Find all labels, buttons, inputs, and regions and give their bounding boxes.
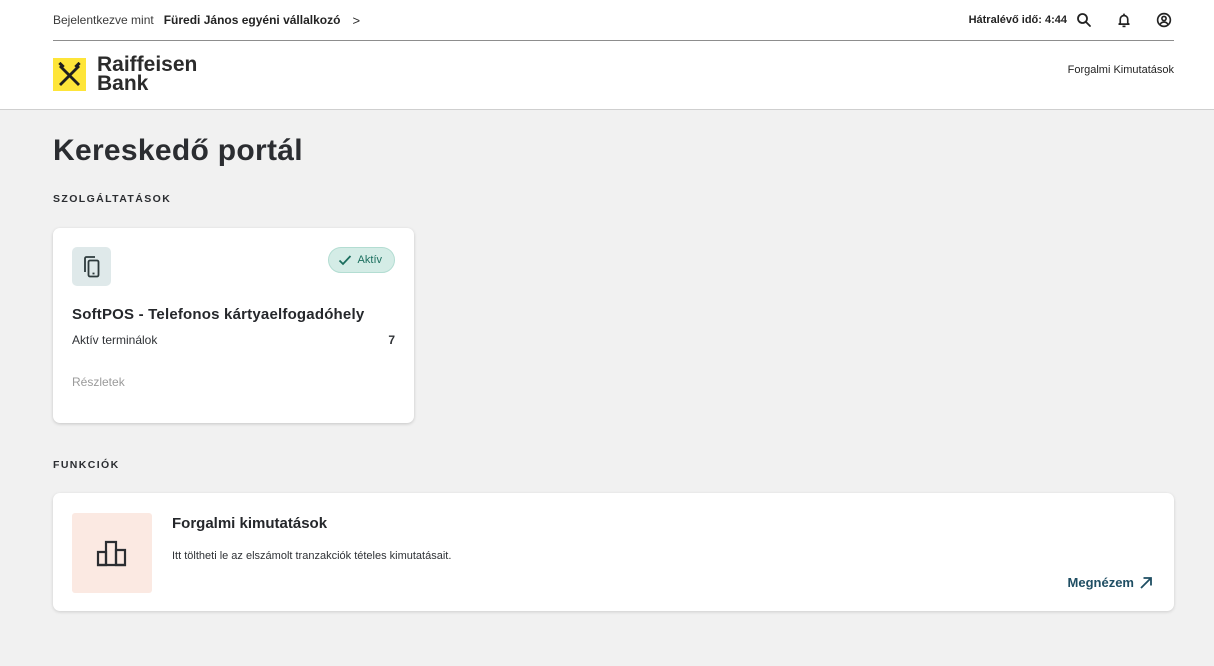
functions-section-label: FUNKCIÓK — [53, 459, 120, 471]
user-name-link[interactable]: Füredi János egyéni vállalkozó — [164, 13, 341, 27]
bell-icon[interactable] — [1114, 10, 1134, 30]
status-badge: Aktív — [327, 247, 395, 273]
view-link-label[interactable]: Megnézem — [1068, 575, 1134, 590]
logo-text: Raiffeisen Bank — [97, 54, 197, 95]
user-icon[interactable] — [1154, 10, 1174, 30]
status-badge-label: Aktív — [357, 254, 382, 266]
logo-mark-icon — [53, 57, 86, 91]
phone-copy-icon — [72, 247, 111, 286]
services-section-label: SZOLGÁLTATÁSOK — [53, 193, 172, 205]
search-icon[interactable] — [1074, 10, 1094, 30]
active-terminals-row: Aktív terminálok 7 — [72, 333, 395, 347]
active-terminals-count: 7 — [388, 333, 395, 347]
raiffeisen-logo[interactable]: Raiffeisen Bank — [53, 54, 197, 95]
view-link[interactable]: Megnézem — [1068, 575, 1153, 590]
service-title: SoftPOS - Telefonos kártyaelfogadóhely — [72, 306, 365, 323]
function-description: Itt töltheti le az elszámolt tranzakciók… — [172, 550, 452, 562]
bar-chart-icon — [72, 513, 152, 593]
service-card-softpos[interactable]: Aktív SoftPOS - Telefonos kártyaelfogadó… — [53, 228, 414, 423]
logo-line-2: Bank — [97, 72, 149, 95]
page-title: Kereskedő portál — [53, 134, 303, 167]
utility-actions: Hátralévő idő: 4:44 — [969, 10, 1174, 30]
nav-link-forgalmi-kimutatasok[interactable]: Forgalmi Kimutatások — [1068, 64, 1174, 76]
arrow-up-right-icon — [1140, 576, 1152, 589]
user-chevron[interactable]: > — [352, 13, 360, 28]
logged-in-label: Bejelentkezve mint — [53, 13, 154, 27]
utility-bar: Bejelentkezve mint Füredi János egyéni v… — [53, 0, 1174, 41]
function-title: Forgalmi kimutatások — [172, 515, 328, 532]
details-link[interactable]: Részletek — [72, 375, 125, 389]
check-icon — [338, 255, 351, 266]
function-card-forgalmi[interactable]: Forgalmi kimutatások Itt töltheti le az … — [53, 493, 1174, 611]
top-header: Bejelentkezve mint Füredi János egyéni v… — [0, 0, 1214, 110]
active-terminals-label: Aktív terminálok — [72, 333, 158, 347]
session-timer: Hátralévő idő: 4:44 — [968, 14, 1067, 26]
